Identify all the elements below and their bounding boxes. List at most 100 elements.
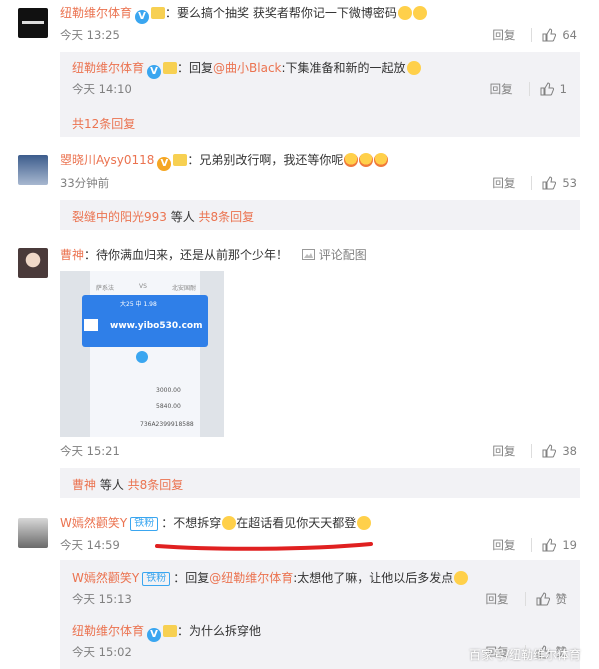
reply-button[interactable]: 回复 xyxy=(492,175,515,191)
fan-badge: 铁粉 xyxy=(142,572,171,586)
comment-picture-link[interactable]: 评论配图 xyxy=(301,248,367,262)
reply-line: 纽勒维尔体育 V ：为什么拆穿他 xyxy=(72,622,261,642)
mention-link[interactable]: @曲小Black xyxy=(213,61,281,75)
watermark: 百家号/纽勒维尔体育 xyxy=(468,648,581,662)
comment-time: 33分钟前 xyxy=(60,176,110,190)
image-code: 736A2399918588 xyxy=(140,421,194,428)
comment-text: ：待你满血归来，还是从前那个少年！ xyxy=(84,248,289,262)
comment-time: 今天 13:25 xyxy=(60,28,120,42)
reply-text: :下集准备和新的一起放 xyxy=(281,61,406,75)
emoji-icon xyxy=(374,153,389,167)
comment-time: 今天 15:21 xyxy=(60,444,120,458)
comment-time: 今天 14:59 xyxy=(60,538,120,552)
comment-line: W嫣然颧笑Y 铁粉 ：不想拆穿 在超话看见你天天都登 xyxy=(60,514,372,531)
verified-badge-icon: V xyxy=(147,628,162,642)
reply-text: :太想他了嘛，让他以后多发点 xyxy=(293,571,454,585)
like-count: 64 xyxy=(562,28,577,42)
divider xyxy=(531,538,533,552)
reply-button[interactable]: 回复 xyxy=(490,81,513,97)
comment-text-2: 在超话看见你天天都登 xyxy=(236,516,357,530)
reply-line: 纽勒维尔体育 V ：回复@曲小Black:下集准备和新的一起放 xyxy=(72,59,421,79)
comment-author[interactable]: 曌晓川Aysy0118 xyxy=(60,153,154,167)
reply-author[interactable]: 纽勒维尔体育 xyxy=(72,624,144,638)
reply-time: 今天 15:02 xyxy=(72,645,132,659)
verified-badge-icon: V xyxy=(157,157,172,171)
reply-prefix: ：回复 xyxy=(173,571,210,585)
reply-button[interactable]: 回复 xyxy=(492,443,515,459)
avatar[interactable] xyxy=(18,155,48,185)
comment-image[interactable]: 萨系法 VS 北安国耐 大25 中 1.98 www.yibo530.com 300… xyxy=(60,271,224,437)
divider xyxy=(531,444,533,458)
reply-actions: 回复 1 xyxy=(490,81,567,97)
comment-text: ：兄弟别改行啊，我还等你呢 xyxy=(187,153,344,167)
emoji-icon xyxy=(454,571,469,585)
like-count: 53 xyxy=(562,176,577,190)
medal-icon xyxy=(163,62,178,74)
divider xyxy=(531,28,533,42)
like-count: 赞 xyxy=(555,592,568,606)
avatar[interactable] xyxy=(18,248,48,278)
image-amount: 大25 中 1.98 xyxy=(120,301,157,308)
emoji-icon xyxy=(397,6,412,20)
medal-icon xyxy=(163,625,178,637)
comment-actions: 回复 38 xyxy=(492,443,577,459)
red-underline-mark xyxy=(155,542,373,551)
reply-actions: 回复 赞 xyxy=(486,591,568,607)
emoji-icon xyxy=(344,153,359,167)
comment-line: 曌晓川Aysy0118 V ：兄弟别改行啊，我还等你呢 xyxy=(60,151,389,171)
medal-icon xyxy=(151,7,166,19)
comment-actions: 回复 19 xyxy=(492,537,577,553)
comment-line: 纽勒维尔体育 V ：要么搞个抽奖 获奖者帮你记一下微博密码 xyxy=(60,4,427,24)
thumb-up-icon[interactable] xyxy=(542,28,557,42)
reply-users-suffix: 等人 xyxy=(96,478,128,492)
fan-badge: 铁粉 xyxy=(130,517,159,531)
image-tabs: 萨系法 VS 北安国耐 xyxy=(96,283,196,292)
more-replies-row: 曹神 等人 共8条回复 xyxy=(72,476,183,493)
comment-author[interactable]: 曹神 xyxy=(60,248,84,262)
avatar[interactable] xyxy=(18,8,48,38)
emoji-icon xyxy=(222,516,237,530)
check-icon xyxy=(136,351,148,363)
more-replies-link[interactable]: 共8条回复 xyxy=(199,210,255,224)
reply-time: 今天 14:10 xyxy=(72,82,132,96)
reply-author[interactable]: W嫣然颧笑Y xyxy=(72,571,139,585)
avatar[interactable] xyxy=(18,518,48,548)
comment-text: ：不想拆穿 xyxy=(161,516,222,530)
image-site: www.yibo530.com xyxy=(110,321,203,331)
comment-author[interactable]: W嫣然颧笑Y xyxy=(60,516,127,530)
thumb-up-icon[interactable] xyxy=(542,444,557,458)
mention-link[interactable]: @纽勒维尔体育 xyxy=(209,571,293,585)
image-icon xyxy=(301,249,315,260)
like-count: 38 xyxy=(562,444,577,458)
emoji-icon xyxy=(359,153,374,167)
comment-text: ：要么搞个抽奖 获奖者帮你记一下微博密码 xyxy=(165,6,397,20)
comment-actions: 回复 53 xyxy=(492,175,577,191)
reply-button[interactable]: 回复 xyxy=(492,537,515,553)
thumb-up-icon[interactable] xyxy=(540,82,554,96)
thumb-up-icon[interactable] xyxy=(542,176,557,190)
like-count: 1 xyxy=(559,82,567,96)
reply-users[interactable]: 曹神 xyxy=(72,478,96,492)
verified-badge-icon: V xyxy=(147,65,162,79)
divider xyxy=(524,592,526,606)
thumb-up-icon[interactable] xyxy=(536,592,550,606)
more-replies-link[interactable]: 共12条回复 xyxy=(72,115,135,132)
divider xyxy=(528,82,530,96)
emoji-icon xyxy=(357,516,372,530)
reply-button[interactable]: 回复 xyxy=(486,591,509,607)
reply-time: 今天 15:13 xyxy=(72,592,132,606)
comment-line: 曹神：待你满血归来，还是从前那个少年！ 评论配图 xyxy=(60,246,367,263)
reply-line: W嫣然颧笑Y 铁粉 ：回复@纽勒维尔体育:太想他了嘛，让他以后多发点 xyxy=(72,569,469,586)
flag-icon xyxy=(84,319,98,331)
verified-badge-icon: V xyxy=(135,10,150,24)
medal-icon xyxy=(173,154,188,166)
emoji-icon xyxy=(412,6,427,20)
comment-author[interactable]: 纽勒维尔体育 xyxy=(60,6,132,20)
comment-actions: 回复 64 xyxy=(492,27,577,43)
reply-users[interactable]: 裂缝中的阳光993 xyxy=(72,210,167,224)
reply-author[interactable]: 纽勒维尔体育 xyxy=(72,61,144,75)
more-replies-link[interactable]: 共8条回复 xyxy=(128,478,184,492)
like-count: 19 xyxy=(562,538,577,552)
thumb-up-icon[interactable] xyxy=(542,538,557,552)
reply-button[interactable]: 回复 xyxy=(492,27,515,43)
